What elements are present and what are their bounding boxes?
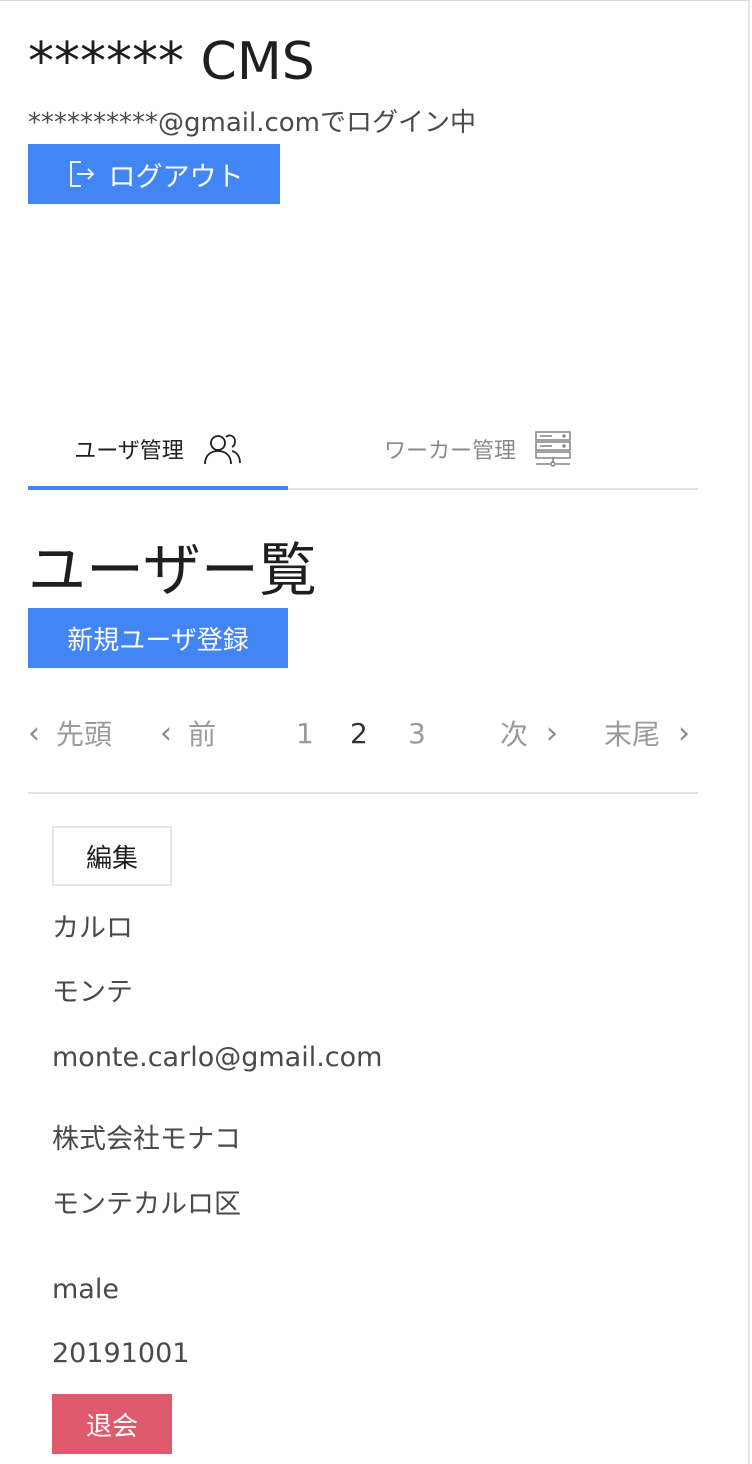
logout-icon: [65, 158, 97, 190]
users-icon: [202, 432, 242, 466]
user-email: monte.carlo@gmail.com: [52, 1042, 383, 1073]
tab-user-management-label: ユーザ管理: [74, 439, 184, 464]
tab-user-management[interactable]: ユーザ管理: [28, 410, 288, 490]
tab-worker-management[interactable]: ワーカー管理: [328, 410, 628, 488]
pagination-next[interactable]: 次 ›: [500, 705, 558, 761]
register-user-button[interactable]: 新規ユーザ登録: [28, 608, 288, 668]
chevron-left-icon: ‹: [28, 715, 40, 751]
withdraw-button[interactable]: 退会: [52, 1394, 172, 1454]
user-company: 株式会社モナコ: [52, 1124, 241, 1155]
logout-button[interactable]: ログアウト: [28, 144, 280, 204]
app-title: ****** CMS: [28, 32, 315, 92]
pagination-page-1[interactable]: 1: [296, 705, 314, 761]
user-gender: male: [52, 1274, 119, 1305]
tab-worker-management-label: ワーカー管理: [383, 439, 516, 464]
pagination-page-2[interactable]: 2: [350, 705, 368, 761]
page-title: ユーザー覧: [28, 536, 317, 604]
pagination-prev-label: 前: [188, 718, 217, 751]
pagination-prev[interactable]: ‹ 前: [160, 705, 216, 761]
divider: [28, 792, 698, 794]
user-first-name: カルロ: [52, 913, 133, 944]
pagination-last-label: 末尾: [604, 718, 661, 751]
pagination-first[interactable]: ‹ 先頭: [28, 705, 112, 761]
pagination: ‹ 先頭 ‹ 前 1 2 3 次 › 末尾 ›: [28, 705, 698, 761]
logout-label: ログアウト: [108, 161, 244, 193]
user-last-name: モンテ: [52, 977, 133, 1008]
pagination-page-3[interactable]: 3: [408, 705, 426, 761]
chevron-right-icon: ›: [678, 715, 691, 751]
edit-button[interactable]: 編集: [52, 826, 172, 886]
tab-bar: ユーザ管理 ワーカー管理: [28, 410, 698, 490]
chevron-right-icon: ›: [546, 715, 559, 751]
pagination-last[interactable]: 末尾 ›: [604, 705, 690, 761]
chevron-left-icon: ‹: [160, 715, 172, 751]
pagination-next-label: 次: [500, 718, 529, 751]
pagination-first-label: 先頭: [56, 718, 113, 751]
user-address: モンテカルロ区: [52, 1189, 241, 1220]
user-date: 20191001: [52, 1338, 190, 1369]
server-icon: [534, 430, 572, 468]
login-status: **********@gmail.comでログイン中: [28, 108, 477, 138]
